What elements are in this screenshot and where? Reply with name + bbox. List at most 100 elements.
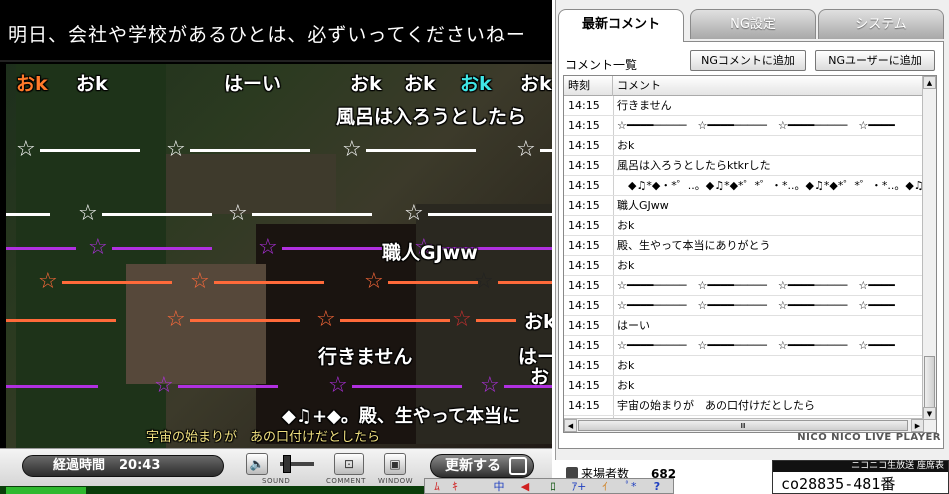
table-row[interactable]: 14:15 行きません [564,96,924,116]
overlay-comment: おk [524,311,552,333]
emoji-button[interactable]: ﾟ* [623,480,639,494]
row-comment: 風呂は入ろうとしたらktkrした [617,159,771,172]
add-ng-user-button[interactable]: NGユーザーに追加 [815,50,935,71]
table-row[interactable]: 14:15 職人GJww [564,196,924,216]
row-time: 14:15 [568,299,600,312]
emoji-button[interactable]: ﾛ [545,480,561,494]
table-row[interactable]: 14:15 宇宙の始まりが あの口付けだとしたら [564,396,924,416]
table-row[interactable]: 14:15 おk [564,356,924,376]
row-time: 14:15 [568,219,600,232]
table-row[interactable]: 14:15 ◆♫*◆・*゜..。◆♫*◆*゜*゜・*..。◆♫*◆*゜*゜・*.… [564,176,924,196]
telop-banner: 明日、会社や学校があるひとは、必ずいってくださいねー [0,0,552,62]
scroll-right-icon[interactable]: ▶ [911,419,924,432]
star-line-white: ☆ ☆ ☆ ☆ [6,138,552,162]
table-header: 時刻 コメント [564,76,924,96]
emoji-button[interactable]: ｲ [597,480,613,494]
overlay-comment: はーい [224,73,282,95]
elapsed-time-display: 経過時間 20:43 [22,455,224,477]
row-comment: 職人GJww [617,199,669,212]
row-time: 14:15 [568,259,600,272]
table-row[interactable]: 14:15 はーい [564,316,924,336]
row-time: 14:15 [568,139,600,152]
table-row[interactable]: 14:15 おk [564,136,924,156]
row-time: 14:15 [568,279,600,292]
comment-toggle-button[interactable]: ⊡ [334,453,364,475]
emoji-button[interactable]: ◀ [517,480,533,494]
row-comment: おk [617,359,635,372]
row-comment: ◆♫*◆・*゜..。◆♫*◆*゜*゜・*..。◆♫*◆*゜*゜・*..。◆♫*◆… [627,179,922,192]
row-comment: ☆━━━━───── ☆━━━━───── ☆━━━━───── ☆━━━━ [617,279,895,292]
row-comment: おk [617,139,635,152]
brand-label: NICO NICO LIVE PLAYER [797,432,941,443]
star-line-orange: ☆ ☆ ☆ ☆ [6,270,552,294]
telop-text: 明日、会社や学校があるひとは、必ずいってくださいねー [8,24,526,46]
emoji-button[interactable]: ｷ [447,480,463,494]
table-row[interactable]: 14:15 ☆━━━━───── ☆━━━━───── ☆━━━━───── ☆━… [564,296,924,316]
row-comment: 行きません [617,99,672,112]
refresh-button[interactable]: 更新する [430,454,534,478]
overlay-comment: おk [350,73,382,95]
column-header-comment[interactable]: コメント [613,76,924,96]
add-ng-comment-button[interactable]: NGコメントに追加 [690,50,806,71]
table-row[interactable]: 14:15 おk [564,256,924,276]
comment-table[interactable]: 時刻 コメント 14:15 行きません 14:15 ☆━━━━───── ☆━━━━─… [563,75,937,433]
comment-icon: ⊡ [343,457,355,471]
row-comment: おk [617,259,635,272]
video-player: 明日、会社や学校があるひとは、必ずいってくださいねー おk おk はーい おk … [0,0,552,494]
emoji-toolbar: ﾑ ｷ 中 ◀ ﾛ ｱ+ ｲ ﾟ* ? [424,478,674,494]
row-comment: はーい [617,319,650,332]
row-comment: 宇宙の始まりが あの口付けだとしたら [617,399,815,412]
elapsed-label: 経過時間 [53,458,106,473]
row-time: 14:15 [568,319,600,332]
emoji-button[interactable]: ｱ+ [571,480,587,494]
window-button[interactable]: ▣ [384,453,406,475]
overlay-comment: おk [520,73,552,95]
comment-list-title: コメント一覧 [565,58,638,72]
overlay-comment: おk [460,73,492,95]
emoji-button[interactable]: 中 [491,480,507,494]
overlay-comment: 行きません [318,346,413,368]
overlay-comment: おk [76,73,108,95]
status-indicator [6,487,86,494]
elapsed-value: 20:43 [119,458,161,473]
volume-knob[interactable] [283,455,291,473]
tab-content: コメント一覧 NGコメントに追加 NGユーザーに追加 時刻 コメント 14:15… [558,41,944,449]
emoji-button[interactable]: ﾑ [429,480,445,494]
table-row[interactable]: 14:15 ☆━━━━───── ☆━━━━───── ☆━━━━───── ☆━… [564,336,924,356]
scroll-left-icon[interactable]: ◀ [564,419,577,432]
table-row[interactable]: 14:15 風呂は入ろうとしたらktkrした [564,156,924,176]
row-time: 14:15 [568,99,600,112]
horizontal-scrollbar[interactable]: ◀ Ⅲ ▶ [564,418,924,432]
table-row[interactable]: 14:15 殿、生やって本当にありがとう [564,236,924,256]
volume-slider[interactable] [280,455,314,473]
overlay-comment: おk [404,73,436,95]
row-time: 14:15 [568,359,600,372]
refresh-label: 更新する [445,458,501,474]
video-screen[interactable]: おk おk はーい おk おk おk おk 風呂は入ろうとしたら ☆ ☆ ☆ ☆… [6,64,552,448]
row-time: 14:15 [568,159,600,172]
column-header-time[interactable]: 時刻 [564,76,613,96]
sound-caption: SOUND [262,477,291,485]
emoji-button[interactable]: ? [649,480,665,494]
scroll-down-icon[interactable]: ▼ [923,407,936,420]
scroll-up-icon[interactable]: ▲ [923,76,936,89]
horizontal-scroll-thumb[interactable]: Ⅲ [578,420,908,431]
scroll-thumb[interactable] [924,356,935,412]
comment-panel: 最新コメント NG設定 システム コメント一覧 NGコメントに追加 NGユーザー… [555,0,949,460]
tab-system[interactable]: システム [818,9,944,39]
table-row[interactable]: 14:15 ☆━━━━───── ☆━━━━───── ☆━━━━───── ☆━… [564,116,924,136]
vertical-scrollbar[interactable]: ▲ ▼ [922,76,936,432]
tab-latest-comments[interactable]: 最新コメント [558,9,684,42]
tab-ng-settings[interactable]: NG設定 [690,9,816,39]
speaker-icon: 🔈 [249,457,265,471]
table-row[interactable]: 14:15 おk [564,376,924,396]
window-caption: WINDOW [378,477,414,485]
row-comment: ☆━━━━───── ☆━━━━───── ☆━━━━───── ☆━━━━ [617,299,895,312]
table-row[interactable]: 14:15 ☆━━━━───── ☆━━━━───── ☆━━━━───── ☆━… [564,276,924,296]
overlay-comment: おk [16,73,48,95]
sound-button[interactable]: 🔈 [246,453,268,475]
row-time: 14:15 [568,379,600,392]
table-body: 14:15 行きません 14:15 ☆━━━━───── ☆━━━━───── ☆━━… [564,96,924,432]
comment-caption: COMMENT [326,477,366,485]
table-row[interactable]: 14:15 おk [564,216,924,236]
